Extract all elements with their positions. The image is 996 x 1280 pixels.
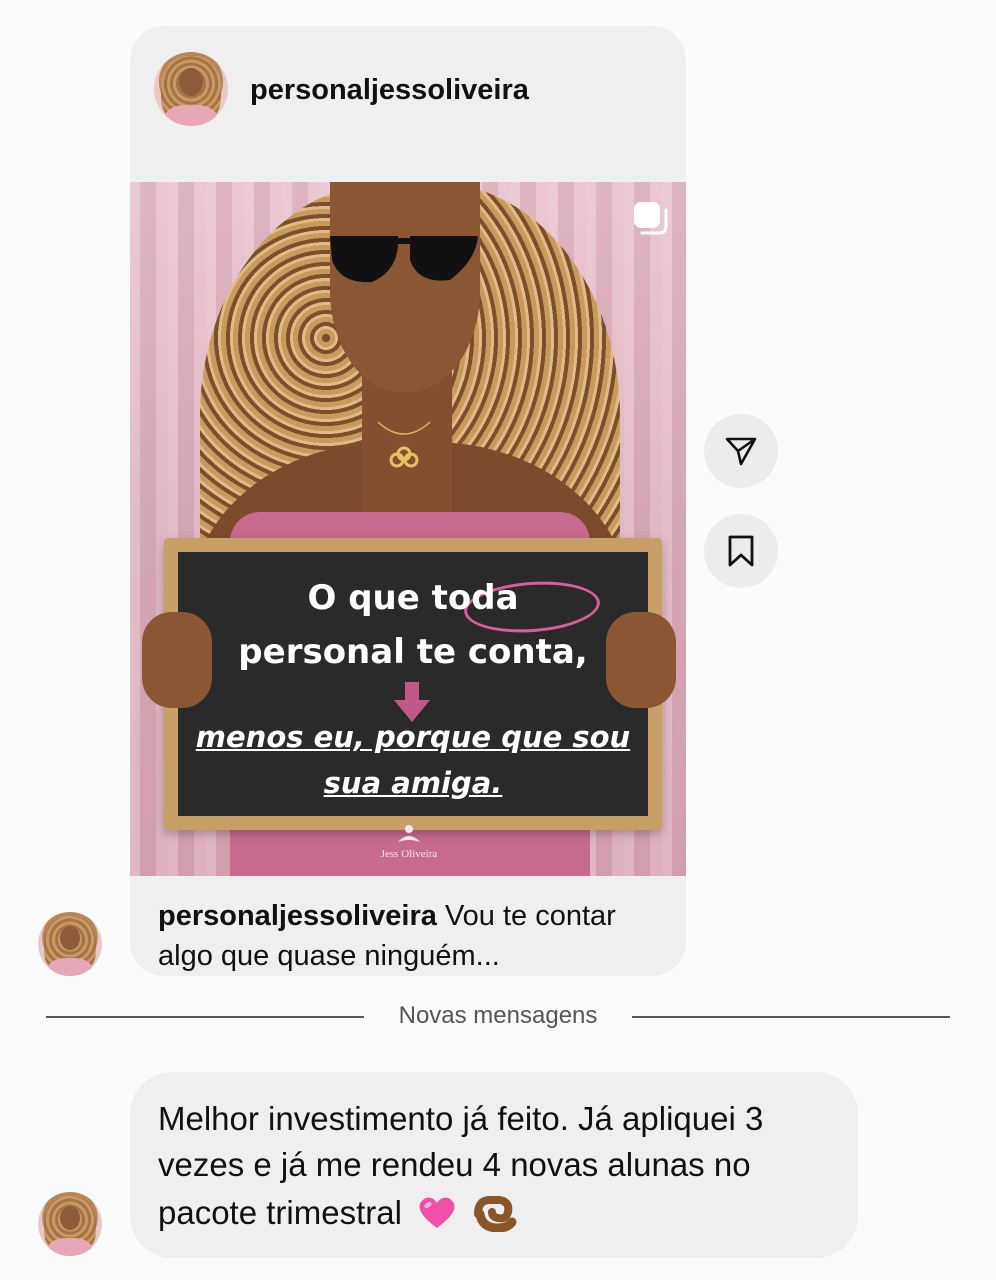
right-hand bbox=[606, 612, 676, 708]
message-text: Melhor investimento já feito. Já aplique… bbox=[158, 1100, 764, 1231]
post-header[interactable]: personaljessoliveira bbox=[130, 26, 686, 156]
shared-post-card[interactable]: personaljessoliveira O que toda personal… bbox=[130, 26, 686, 976]
save-button[interactable] bbox=[704, 514, 778, 588]
brand-name: Jess Oliveira bbox=[380, 848, 438, 860]
send-icon bbox=[725, 437, 757, 466]
message-text-block: Melhor investimento já feito. Já aplique… bbox=[158, 1096, 838, 1236]
carousel-icon bbox=[634, 202, 668, 235]
new-messages-divider: Novas mensagens bbox=[46, 996, 950, 1036]
brand-logo: Jess Oliveira bbox=[364, 824, 454, 874]
post-image[interactable]: O que toda personal te conta, menos eu, … bbox=[130, 182, 686, 876]
ok-hand-icon bbox=[474, 1196, 517, 1232]
board-line-2: personal te conta, bbox=[238, 632, 588, 672]
post-author-avatar[interactable] bbox=[154, 52, 228, 126]
board-line-4: sua amiga. bbox=[323, 766, 503, 800]
lotus-logo-icon bbox=[398, 825, 420, 842]
message-sender-avatar[interactable] bbox=[38, 1192, 102, 1256]
bookmark-icon bbox=[728, 535, 754, 567]
board-line-1: O que toda bbox=[307, 578, 519, 618]
sender-avatar[interactable] bbox=[38, 912, 102, 976]
share-button[interactable] bbox=[704, 414, 778, 488]
post-caption[interactable]: personaljessoliveira Vou te contar algo … bbox=[158, 896, 668, 976]
pink-heart-icon bbox=[419, 1197, 455, 1228]
necklace-graphic bbox=[377, 421, 431, 468]
caption-username[interactable]: personaljessoliveira bbox=[158, 900, 437, 932]
arrow-down-icon bbox=[394, 682, 430, 722]
left-hand bbox=[142, 612, 212, 708]
post-author-username[interactable]: personaljessoliveira bbox=[250, 74, 529, 107]
board-line-3: menos eu, porque que sou bbox=[195, 720, 631, 754]
chalkboard: O que toda personal te conta, menos eu, … bbox=[164, 538, 662, 830]
chat-page: personaljessoliveira O que toda personal… bbox=[0, 0, 996, 1280]
message-bubble[interactable]: Melhor investimento já feito. Já aplique… bbox=[130, 1072, 858, 1258]
sunglasses-graphic bbox=[330, 236, 478, 283]
